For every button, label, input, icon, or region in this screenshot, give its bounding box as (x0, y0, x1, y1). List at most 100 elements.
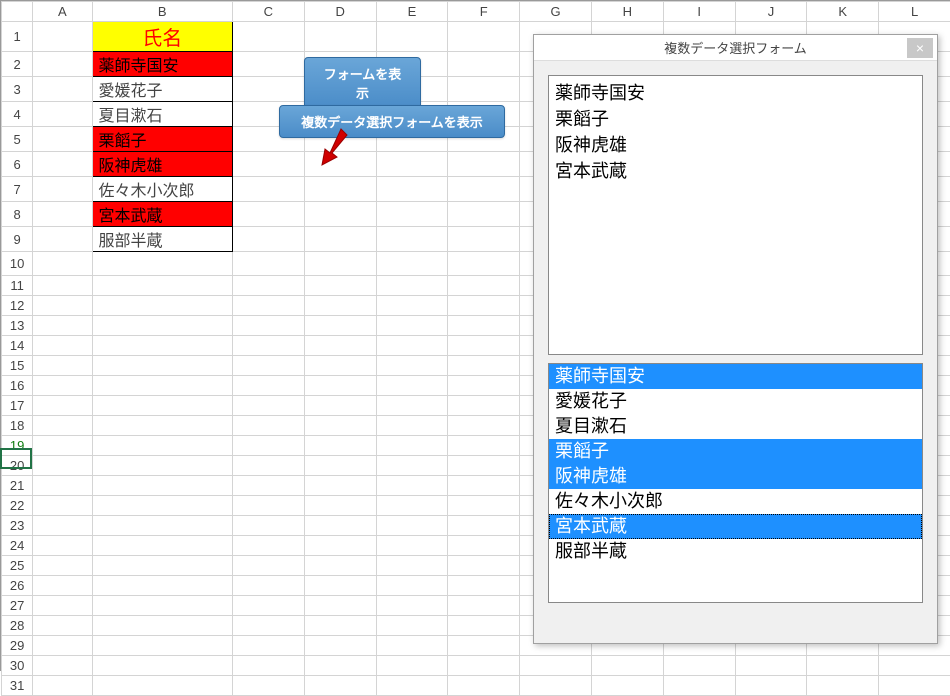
name-table-cell[interactable]: 栗饀子 (92, 127, 232, 152)
cell[interactable] (232, 22, 304, 52)
row-header[interactable]: 30 (2, 656, 33, 676)
cell[interactable] (448, 22, 520, 52)
cell[interactable] (304, 536, 376, 556)
list-item[interactable]: 服部半蔵 (549, 539, 922, 564)
row-header[interactable]: 25 (2, 556, 33, 576)
cell[interactable] (33, 656, 92, 676)
cell[interactable] (33, 476, 92, 496)
cell[interactable] (448, 456, 520, 476)
cell[interactable] (304, 436, 376, 456)
cell[interactable] (33, 77, 92, 102)
cell[interactable] (92, 252, 232, 276)
cell[interactable] (304, 596, 376, 616)
dialog-titlebar[interactable]: 複数データ選択フォーム × (534, 35, 937, 61)
cell[interactable] (232, 296, 304, 316)
column-header[interactable]: F (448, 2, 520, 22)
cell[interactable] (448, 252, 520, 276)
cell[interactable] (92, 556, 232, 576)
cell[interactable] (92, 416, 232, 436)
cell[interactable] (448, 616, 520, 636)
cell[interactable] (232, 596, 304, 616)
cell[interactable] (448, 316, 520, 336)
cell[interactable] (376, 616, 448, 636)
cell[interactable] (232, 177, 304, 202)
cell[interactable] (376, 296, 448, 316)
cell[interactable] (304, 656, 376, 676)
cell[interactable] (33, 536, 92, 556)
cell[interactable] (232, 376, 304, 396)
cell[interactable] (448, 576, 520, 596)
cell[interactable] (448, 177, 520, 202)
cell[interactable] (232, 496, 304, 516)
name-table-cell[interactable]: 佐々木小次郎 (92, 177, 232, 202)
cell[interactable] (33, 496, 92, 516)
cell[interactable] (376, 576, 448, 596)
row-header[interactable]: 27 (2, 596, 33, 616)
cell[interactable] (591, 676, 663, 696)
cell[interactable] (232, 316, 304, 336)
cell[interactable] (304, 252, 376, 276)
column-header[interactable]: L (879, 2, 950, 22)
cell[interactable] (448, 336, 520, 356)
column-header[interactable]: H (591, 2, 663, 22)
cell[interactable] (376, 202, 448, 227)
cell[interactable] (376, 656, 448, 676)
cell[interactable] (304, 456, 376, 476)
row-header[interactable]: 24 (2, 536, 33, 556)
cell[interactable] (33, 416, 92, 436)
cell[interactable] (232, 152, 304, 177)
cell[interactable] (448, 496, 520, 516)
cell[interactable] (33, 296, 92, 316)
cell[interactable] (591, 656, 663, 676)
cell[interactable] (33, 152, 92, 177)
cell[interactable] (376, 536, 448, 556)
column-header[interactable]: J (735, 2, 807, 22)
cell[interactable] (304, 276, 376, 296)
cell[interactable] (232, 456, 304, 476)
cell[interactable] (376, 476, 448, 496)
cell[interactable] (33, 676, 92, 696)
cell[interactable] (448, 396, 520, 416)
cell[interactable] (92, 456, 232, 476)
cell[interactable] (92, 356, 232, 376)
list-item[interactable]: 宮本武蔵 (549, 514, 922, 539)
cell[interactable] (376, 356, 448, 376)
cell[interactable] (376, 636, 448, 656)
cell[interactable] (663, 676, 735, 696)
cell[interactable] (448, 227, 520, 252)
cell[interactable] (448, 416, 520, 436)
column-header[interactable]: I (663, 2, 735, 22)
row-header[interactable]: 12 (2, 296, 33, 316)
row-header[interactable]: 23 (2, 516, 33, 536)
row-header[interactable]: 22 (2, 496, 33, 516)
cell[interactable] (304, 296, 376, 316)
column-header[interactable]: E (376, 2, 448, 22)
cell[interactable] (376, 396, 448, 416)
row-header[interactable]: 15 (2, 356, 33, 376)
cell[interactable] (304, 177, 376, 202)
list-item[interactable]: 佐々木小次郎 (549, 489, 922, 514)
cell[interactable] (304, 336, 376, 356)
cell[interactable] (304, 316, 376, 336)
cell[interactable] (232, 52, 304, 77)
column-header[interactable]: A (33, 2, 92, 22)
cell[interactable] (92, 296, 232, 316)
cell[interactable] (304, 22, 376, 52)
row-header[interactable]: 20 (2, 456, 33, 476)
cell[interactable] (376, 22, 448, 52)
cell[interactable] (33, 376, 92, 396)
cell[interactable] (376, 416, 448, 436)
list-item[interactable]: 薬師寺国安 (549, 364, 922, 389)
cell[interactable] (376, 227, 448, 252)
cell[interactable] (448, 77, 520, 102)
row-header[interactable]: 18 (2, 416, 33, 436)
row-header[interactable]: 21 (2, 476, 33, 496)
cell[interactable] (304, 556, 376, 576)
cell[interactable] (232, 536, 304, 556)
cell[interactable] (304, 476, 376, 496)
cell[interactable] (232, 436, 304, 456)
row-header[interactable]: 19 (2, 436, 33, 456)
cell[interactable] (92, 656, 232, 676)
cell[interactable] (448, 536, 520, 556)
cell[interactable] (232, 656, 304, 676)
